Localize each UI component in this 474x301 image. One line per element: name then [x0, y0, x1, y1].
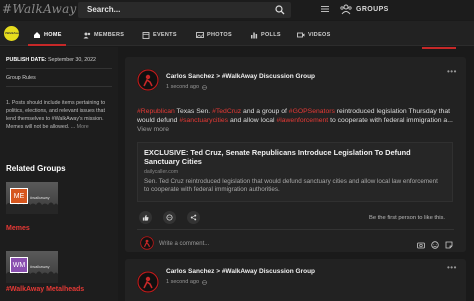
tab-polls[interactable]: POLLS [250, 30, 281, 40]
feed-accent [422, 47, 456, 49]
link-title[interactable]: EXCLUSIVE: Ted Cruz, Senate Republicans … [144, 148, 444, 166]
post-card: Carlos Sanchez > #WalkAway Discussion Gr… [125, 57, 466, 252]
post-timestamp: 1 second ago [166, 279, 207, 285]
polls-icon [251, 32, 258, 39]
post-author[interactable]: Carlos Sanchez > #WalkAway Discussion Gr… [166, 268, 315, 275]
group-thumbnail-memes[interactable]: ME #walkaway [6, 182, 58, 214]
post-options-button[interactable]: ••• [447, 263, 457, 272]
menu-icon[interactable] [321, 5, 329, 13]
walkaway-logo-icon [137, 271, 159, 293]
search-bar[interactable]: Search... [78, 2, 291, 18]
link-description: Sen. Ted Cruz reintroduced legislation t… [144, 178, 438, 194]
group-tag: #walkaway [30, 195, 50, 200]
tab-events[interactable]: EVENTS [142, 30, 177, 40]
group-badge: WM [10, 257, 28, 273]
commenter-avatar [140, 236, 154, 250]
camera-icon[interactable] [417, 241, 425, 249]
link-preview[interactable]: EXCLUSIVE: Ted Cruz, Senate Republicans … [137, 142, 453, 202]
post-text: #Republican Texas Sen. #TedCruz and a gr… [137, 107, 455, 134]
group-rules-title: Group Rules [6, 75, 36, 81]
tab-home[interactable]: HOME [33, 30, 62, 40]
group-thumbnail-metalheads[interactable]: WM #walkaway [6, 251, 58, 283]
search-input[interactable]: Search... [87, 5, 120, 14]
site-logo[interactable]: #WalkAway [2, 2, 77, 16]
share-icon [190, 214, 197, 221]
hashtag-link[interactable]: #TedCruz [212, 108, 241, 115]
publish-date: PUBLISH DATE: September 30, 2022 [6, 57, 96, 63]
post-text-segment: and allow local [228, 117, 277, 125]
group-badge: ME [10, 188, 28, 204]
tab-videos[interactable]: VIDEOS [297, 30, 331, 40]
walkaway-logo-icon [140, 236, 154, 250]
tab-photos[interactable]: PHOTOS [196, 30, 232, 40]
hashtag-link[interactable]: #Republican [137, 108, 175, 115]
related-groups-title: Related Groups [6, 164, 66, 173]
comment-button[interactable] [163, 211, 176, 224]
sidebar: PUBLISH DATE: September 30, 2022 Group R… [0, 47, 118, 301]
post-options-button[interactable]: ••• [447, 67, 457, 76]
group-rules-text: 1. Posts should include items pertaining… [6, 100, 106, 131]
active-tab-indicator [28, 44, 66, 46]
post-actions: Be the first person to like this. [125, 208, 466, 226]
post-author[interactable]: Carlos Sanchez > #WalkAway Discussion Gr… [166, 73, 315, 80]
videos-icon [297, 32, 305, 38]
photos-icon [196, 32, 204, 38]
divider [137, 229, 454, 230]
rules-more-link[interactable]: More [75, 124, 89, 130]
share-button[interactable] [187, 211, 200, 224]
group-avatar[interactable]: #WalkAway [4, 26, 19, 41]
view-more-link[interactable]: View more [137, 126, 169, 133]
post-text-segment: and a group of [241, 108, 289, 115]
hashtag-link[interactable]: #GOPSenators [289, 108, 335, 115]
hashtag-link[interactable]: #sanctuarycities [179, 117, 228, 124]
author-avatar[interactable] [137, 271, 159, 293]
link-domain: dailycaller.com [144, 169, 179, 175]
divider [6, 86, 112, 87]
top-bar: #WalkAway Search... GROUPS [0, 0, 474, 20]
author-avatar[interactable] [137, 69, 159, 91]
groups-icon[interactable] [340, 4, 352, 15]
hashtag-link[interactable]: #lawenforcement [276, 117, 328, 124]
feed: Carlos Sanchez > #WalkAway Discussion Gr… [125, 47, 466, 301]
like-button[interactable] [139, 211, 152, 224]
related-group-name[interactable]: Memes [6, 225, 30, 232]
comment-icon [166, 214, 173, 221]
post-text-segment: to cooperate with federal immigration a.… [328, 117, 453, 125]
tab-members[interactable]: MEMBERS [83, 30, 124, 40]
group-tag: #walkaway [30, 264, 50, 269]
comment-input[interactable]: Write a comment... [159, 241, 209, 247]
globe-icon [202, 279, 207, 285]
globe-icon [202, 84, 207, 90]
like-prompt: Be the first person to like this. [369, 215, 446, 221]
walkaway-logo-icon [137, 69, 159, 91]
post-card: Carlos Sanchez > #WalkAway Discussion Gr… [125, 259, 466, 301]
groups-link[interactable]: GROUPS [356, 6, 389, 13]
thumbs-up-icon [142, 214, 149, 221]
emoji-icon[interactable] [431, 241, 439, 249]
events-icon [142, 32, 150, 39]
divider [6, 68, 112, 69]
related-group-name[interactable]: #WalkAway Metalheads [6, 286, 84, 293]
home-icon [34, 32, 40, 38]
search-icon[interactable] [275, 5, 285, 15]
post-text-segment: Texas Sen. [174, 108, 213, 115]
group-nav: #WalkAway HOME MEMBERS EVENTS PHOTOS POL… [0, 21, 474, 46]
sticker-icon[interactable] [445, 241, 453, 249]
members-icon [83, 32, 91, 39]
post-timestamp: 1 second ago [166, 84, 207, 90]
